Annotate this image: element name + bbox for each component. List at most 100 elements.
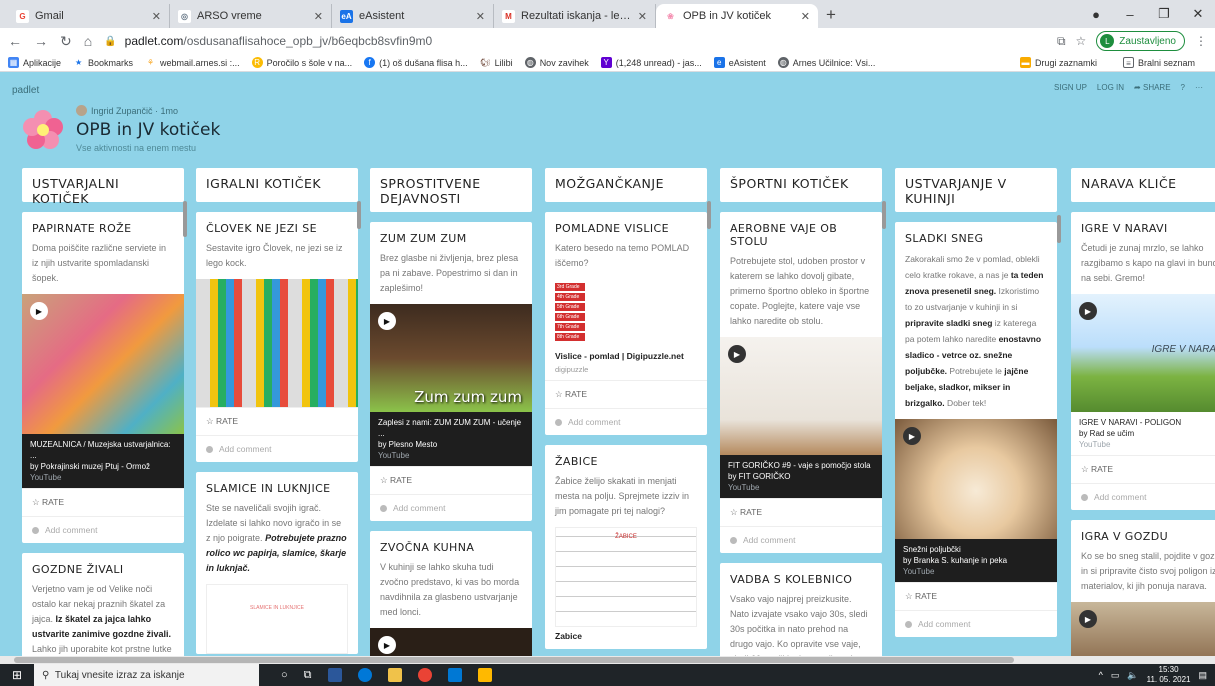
tab-arso[interactable]: ◎ ARSO vreme ✕	[170, 4, 332, 28]
scrollbar[interactable]	[882, 201, 886, 229]
file-explorer-icon[interactable]	[387, 668, 402, 682]
close-icon[interactable]: ✕	[476, 10, 485, 23]
bookmark-lilibi[interactable]: 🐿 Lilibi	[479, 57, 513, 68]
rate-button[interactable]: ☆ RATE	[895, 582, 1057, 610]
play-icon[interactable]: ▶	[903, 427, 921, 445]
horizontal-scrollbar[interactable]	[0, 656, 1215, 664]
video-thumbnail[interactable]: ▶	[895, 419, 1057, 539]
post-card[interactable]: AEROBNE VAJE OB STOLU Potrebujete stol, …	[720, 212, 882, 553]
add-comment[interactable]: Add comment	[1071, 483, 1215, 510]
scrollbar-thumb[interactable]	[14, 657, 1014, 663]
cortana-icon[interactable]: ○	[281, 669, 288, 681]
post-card[interactable]: ČLOVEK NE JEZI SE Sestavite igro Človek,…	[196, 212, 358, 462]
tab-gmail[interactable]: G Gmail ✕	[8, 4, 170, 28]
mail-icon[interactable]	[447, 668, 462, 682]
sign-up-link[interactable]: SIGN UP	[1054, 83, 1087, 92]
chevron-up-icon[interactable]: ^	[1099, 670, 1103, 680]
new-tab-button[interactable]: +	[826, 5, 836, 25]
play-icon[interactable]: ▶	[1079, 610, 1097, 628]
profile-button[interactable]: L Zaustavljeno	[1096, 31, 1185, 51]
video-thumbnail[interactable]: ▶	[720, 337, 882, 455]
screenshot-icon[interactable]: ⧉	[1057, 34, 1066, 49]
play-icon[interactable]: ▶	[728, 345, 746, 363]
post-card[interactable]: ZUM ZUM ZUM Brez glasbe ni življenja, br…	[370, 222, 532, 521]
video-thumbnail[interactable]: ▶	[370, 628, 532, 656]
clock[interactable]: 15:30 11. 05. 2021	[1147, 665, 1191, 685]
close-window-button[interactable]: ✕	[1181, 6, 1215, 22]
more-icon[interactable]: ···	[1195, 83, 1203, 92]
bookmark-arnes[interactable]: ◍ Arnes Učilnice: Vsi...	[777, 57, 875, 68]
video-thumbnail[interactable]: ▶ IGRE V NARAVI	[1071, 294, 1215, 412]
add-comment[interactable]: Add comment	[370, 494, 532, 521]
play-icon[interactable]: ▶	[1079, 302, 1097, 320]
taskbar-search[interactable]: ⚲ Tukaj vnesite izraz za iskanje	[34, 664, 259, 686]
notifications-icon[interactable]: ▤	[1198, 670, 1207, 681]
link-title[interactable]: Vislice - pomlad | Digipuzzle.net	[545, 347, 707, 365]
post-card[interactable]: POMLADNE VISLICE Katero besedo na temo P…	[545, 212, 707, 435]
bookmark-yahoo[interactable]: Y (1,248 unread) - jas...	[600, 57, 702, 68]
tab-easistent[interactable]: eA eAsistent ✕	[332, 4, 494, 28]
bookmark-new-tab[interactable]: ◍ Nov zavihek	[524, 57, 589, 68]
scrollbar[interactable]	[1057, 215, 1061, 243]
maximize-button[interactable]: ❐	[1147, 6, 1181, 22]
forward-button[interactable]: →	[34, 33, 48, 49]
edge-icon[interactable]	[357, 668, 372, 682]
volume-icon[interactable]: 🔈	[1127, 670, 1138, 681]
scrollbar[interactable]	[357, 201, 361, 229]
scrollbar[interactable]	[707, 201, 711, 229]
close-icon[interactable]: ✕	[638, 10, 647, 23]
tab-padlet[interactable]: ❀ OPB in JV kotiček ✕	[656, 4, 818, 28]
reading-list[interactable]: ≡ Bralni seznam	[1122, 57, 1195, 68]
play-icon[interactable]: ▶	[30, 302, 48, 320]
video-thumbnail[interactable]: ▶	[1071, 602, 1215, 656]
bookmark-webmail[interactable]: ⚘ webmail.arnes.si :...	[145, 57, 240, 68]
back-button[interactable]: ←	[8, 33, 22, 49]
rate-button[interactable]: ☆ RATE	[1071, 455, 1215, 483]
task-view-icon[interactable]: ⧉	[304, 669, 312, 682]
rate-button[interactable]: ☆ RATE	[22, 488, 184, 516]
word-icon[interactable]	[327, 668, 342, 682]
bookmark-porocilo[interactable]: R Poročilo s šole v na...	[251, 57, 352, 68]
network-icon[interactable]: ▭	[1111, 670, 1120, 681]
close-icon[interactable]: ✕	[152, 10, 161, 23]
chrome-icon[interactable]	[417, 668, 432, 682]
rate-button[interactable]: ☆ RATE	[370, 466, 532, 494]
add-comment[interactable]: Add comment	[720, 526, 882, 553]
rate-button[interactable]: ☆ RATE	[720, 498, 882, 526]
add-comment[interactable]: Add comment	[545, 408, 707, 435]
home-button[interactable]: ⌂	[84, 33, 92, 49]
bookmark-other[interactable]: ▬ Drugi zaznamki	[1019, 57, 1097, 68]
log-in-link[interactable]: LOG IN	[1097, 83, 1124, 92]
tab-mail-search[interactable]: M Rezultati iskanja - lea.janzic1@g ✕	[494, 4, 656, 28]
minimize-button[interactable]: –	[1113, 7, 1147, 22]
document-preview[interactable]: SLAMICE IN LUKNJICE	[206, 584, 348, 654]
post-card[interactable]: SLAMICE IN LUKNJICE Ste se naveličali sv…	[196, 472, 358, 654]
menu-icon[interactable]: ⋮	[1195, 34, 1207, 48]
star-icon[interactable]: ☆	[1076, 34, 1087, 48]
link-title[interactable]: Zabice	[545, 627, 707, 649]
bookmark-bookmarks[interactable]: ★ Bookmarks	[73, 57, 133, 68]
share-link[interactable]: ➦ SHARE	[1134, 83, 1171, 92]
url-field[interactable]: 🔒 padlet.com/osdusanaflisahoce_opb_jv/b6…	[104, 34, 1057, 48]
post-card[interactable]: IGRE V NARAVI Četudi je zunaj mrzlo, se …	[1071, 212, 1215, 510]
close-icon[interactable]: ✕	[314, 10, 323, 23]
play-icon[interactable]: ▶	[378, 312, 396, 330]
windows-start-icon[interactable]: ⊞	[0, 668, 34, 682]
video-thumbnail[interactable]: ▶	[22, 294, 184, 434]
rate-button[interactable]: ☆ RATE	[545, 380, 707, 408]
video-thumbnail[interactable]: ▶ Zum zum zum	[370, 304, 532, 412]
add-comment[interactable]: Add comment	[895, 610, 1057, 637]
post-card[interactable]: SLADKI SNEG Zakorakali smo že v pomlad, …	[895, 222, 1057, 637]
rate-button[interactable]: ☆ RATE	[196, 407, 358, 435]
bookmark-apps[interactable]: ▦ Aplikacije	[8, 57, 61, 68]
post-card[interactable]: PAPIRNATE ROŽE Doma poiščite različne se…	[22, 212, 184, 543]
post-card[interactable]: ŽABICE Žabice želijo skakati in menjati …	[545, 445, 707, 649]
add-comment[interactable]: Add comment	[196, 435, 358, 462]
post-card[interactable]: GOZDNE ŽIVALI Verjetno vam je od Velike …	[22, 553, 184, 656]
document-preview[interactable]: ŽABICE	[555, 527, 697, 627]
store-icon[interactable]	[477, 668, 492, 682]
bookmark-easistent[interactable]: e eAsistent	[713, 57, 766, 68]
play-icon[interactable]: ▶	[378, 636, 396, 654]
padlet-logo[interactable]: padlet	[12, 85, 39, 96]
bookmark-facebook[interactable]: f (1) oš dušana flisa h...	[364, 57, 468, 68]
